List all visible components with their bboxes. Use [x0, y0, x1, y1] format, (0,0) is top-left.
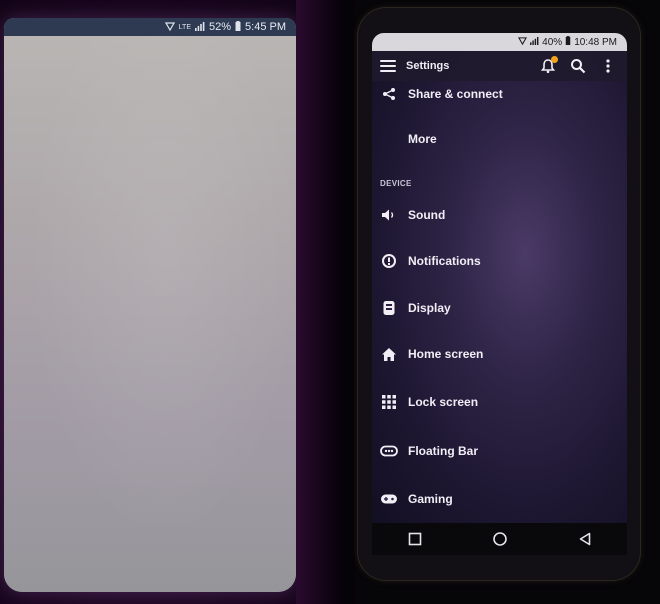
display-icon [380, 299, 398, 317]
signal-icon [195, 21, 205, 33]
settings-item-label: Sound [408, 208, 446, 222]
page-title: Settings [406, 60, 450, 72]
floating-bar-icon [380, 442, 398, 460]
back-icon[interactable] [574, 528, 596, 550]
battery-icon [565, 36, 571, 48]
right-phone-screen: 40% 10:48 PM Settings Share & connect Mo… [372, 33, 627, 523]
nfc-icon [164, 21, 175, 33]
more-vert-icon[interactable] [597, 55, 619, 77]
settings-item-gaming[interactable]: Gaming [372, 482, 627, 516]
search-icon[interactable] [567, 55, 589, 77]
settings-item-label: Floating Bar [408, 444, 479, 458]
right-clock: 10:48 PM [574, 36, 617, 48]
settings-item-notifications[interactable]: Notifications [372, 244, 627, 278]
settings-item-label: Lock screen [408, 395, 479, 409]
gamepad-icon [380, 490, 398, 508]
settings-item-lock-screen[interactable]: Lock screen [372, 385, 627, 419]
settings-item-share-connect[interactable]: Share & connect [372, 77, 627, 111]
settings-item-label: Share & connect [408, 87, 503, 101]
settings-item-label: Gaming [408, 492, 453, 506]
left-status-bar: LTE 52% 5:45 PM [4, 18, 296, 36]
left-battery-percent: 52% [209, 21, 232, 33]
left-screen-glow [4, 36, 296, 592]
blank-icon-slot [380, 130, 398, 148]
notification-icon [380, 252, 398, 270]
right-battery-percent: 40% [542, 36, 563, 48]
settings-item-display[interactable]: Display [372, 291, 627, 325]
signal-icon [530, 36, 539, 48]
speaker-icon [380, 206, 398, 224]
settings-item-floating-bar[interactable]: Floating Bar [372, 434, 627, 468]
settings-item-label: More [408, 132, 437, 146]
home-icon [380, 345, 398, 363]
right-status-bar: 40% 10:48 PM [372, 33, 627, 51]
grid-icon [380, 393, 398, 411]
section-header-device: DEVICE [380, 179, 412, 188]
lte-label: LTE [178, 23, 191, 31]
left-phone: LTE 52% 5:45 PM [4, 18, 296, 592]
settings-item-home-screen[interactable]: Home screen [372, 337, 627, 371]
settings-item-label: Notifications [408, 254, 481, 268]
settings-item-more[interactable]: More [372, 122, 627, 156]
home-circle-icon[interactable] [489, 528, 511, 550]
settings-item-label: Display [408, 301, 451, 315]
recents-icon[interactable] [404, 528, 426, 550]
menu-icon[interactable] [380, 60, 396, 72]
bell-icon[interactable] [537, 55, 559, 77]
nfc-icon [518, 36, 528, 48]
left-clock: 5:45 PM [245, 21, 286, 33]
settings-item-label: Home screen [408, 347, 484, 361]
navigation-bar [372, 523, 627, 555]
battery-icon [235, 20, 241, 34]
notification-badge [551, 56, 558, 63]
left-blank-screen [4, 36, 296, 592]
background-gap [296, 0, 360, 604]
settings-item-sound[interactable]: Sound [372, 198, 627, 232]
share-icon [380, 85, 398, 103]
